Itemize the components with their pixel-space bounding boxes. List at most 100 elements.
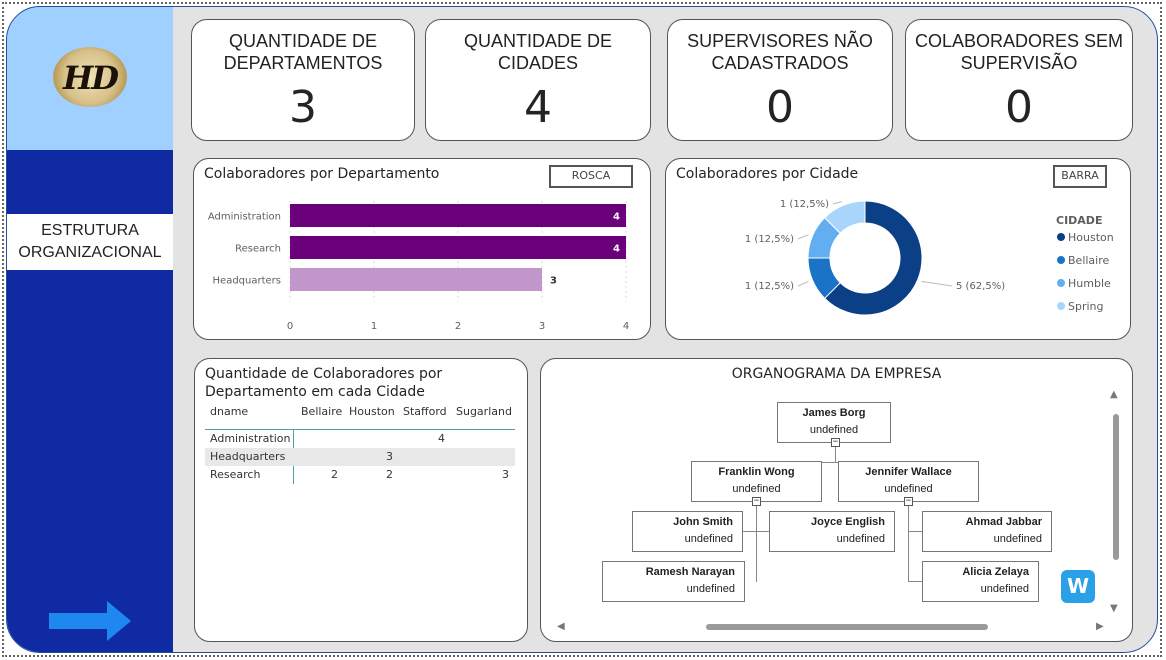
org-node-name: Alicia Zelaya <box>962 566 1029 578</box>
category-label: Headquarters <box>213 276 281 287</box>
legend-marker[interactable] <box>1057 233 1065 241</box>
x-tick-label: 1 <box>371 321 377 332</box>
vertical-scrollbar-thumb[interactable] <box>1113 414 1119 560</box>
horizontal-scrollbar-thumb[interactable] <box>706 624 988 630</box>
data-label: 3 <box>550 276 557 287</box>
legend-marker[interactable] <box>1057 302 1065 310</box>
collapse-toggle-icon[interactable]: − <box>904 497 913 506</box>
matrix-row-label[interactable]: Administration <box>210 432 291 445</box>
org-node-alicia-zelaya[interactable]: Alicia Zelaya undefined <box>922 561 1039 602</box>
kpi-title: SUPERVISORES NÃO CADASTRADOS <box>687 31 873 73</box>
kpi-title: QUANTIDADE DE CIDADES <box>463 31 613 73</box>
sidebar: HD ESTRUTURA ORGANIZACIONAL <box>7 7 173 652</box>
visual-badge-icon[interactable]: W <box>1061 570 1095 603</box>
company-logo: HD <box>53 47 127 107</box>
bar[interactable] <box>290 204 626 227</box>
donut-chart-plot: 5 (62,5%) 1 (12,5%) 1 (12,5%) 1 (12,5%) CIDA… <box>745 199 1114 316</box>
x-tick-label: 3 <box>539 321 545 332</box>
matrix-cell: 4 <box>438 432 445 445</box>
org-node-role: undefined <box>686 583 735 595</box>
logo-area: HD <box>7 7 173 150</box>
kpi-value: 0 <box>766 82 794 133</box>
matrix-col-header[interactable]: Bellaire <box>301 405 342 418</box>
slice-label: 1 (12,5%) <box>745 234 794 245</box>
matrix-col-header[interactable]: Houston <box>349 405 395 418</box>
leader-line <box>832 201 842 205</box>
legend-label[interactable]: Spring <box>1068 300 1104 313</box>
category-label: Research <box>235 244 281 255</box>
kpi-card-cidades: QUANTIDADE DE CIDADES 4 <box>425 19 651 141</box>
matrix-header-divider <box>205 429 515 430</box>
legend-marker[interactable] <box>1057 279 1065 287</box>
org-node-name: Ramesh Narayan <box>645 566 735 578</box>
org-node-name: John Smith <box>673 516 733 528</box>
scroll-up-icon[interactable]: ▲ <box>1110 389 1118 400</box>
org-node-name: Jennifer Wallace <box>865 466 952 478</box>
matrix-cell: 3 <box>386 450 393 463</box>
org-node-name: Joyce English <box>811 516 885 528</box>
org-node-john-smith[interactable]: John Smith undefined <box>632 511 743 552</box>
org-node-name: Franklin Wong <box>718 466 795 478</box>
matrix-col-header[interactable]: Stafford <box>403 405 447 418</box>
bar-chart-plot: 0 1 2 3 4 Administration 4 Research 4 Headquarter… <box>208 201 629 332</box>
matrix-col-header[interactable]: Sugarland <box>456 405 512 418</box>
bar[interactable] <box>290 268 542 291</box>
legend-marker[interactable] <box>1057 256 1065 264</box>
arrow-right-icon[interactable] <box>49 601 131 641</box>
slice-label: 5 (62,5%) <box>956 281 1005 292</box>
nav-label-line1: ESTRUTURA <box>41 222 139 239</box>
org-node-role: undefined <box>732 483 781 495</box>
legend-label[interactable]: Houston <box>1068 231 1114 244</box>
legend-label[interactable]: Bellaire <box>1068 254 1110 267</box>
org-node-role: undefined <box>809 424 859 436</box>
org-chart-card: ORGANOGRAMA DA EMPRESA James Borg undefi… <box>540 358 1133 642</box>
matrix-card: Quantidade de Colaboradores por Departame… <box>194 358 528 642</box>
matrix-cell: 3 <box>502 468 509 481</box>
org-node-role: undefined <box>836 533 885 545</box>
matrix-title: Quantidade de Colaboradores por Departame… <box>205 366 443 400</box>
slice-label: 1 (12,5%) <box>780 199 829 210</box>
matrix-row-header[interactable]: dname <box>210 405 248 418</box>
scroll-left-icon[interactable]: ◀ <box>557 621 565 632</box>
x-tick-label: 2 <box>455 321 461 332</box>
kpi-card-colaboradores-sem-supervisao: COLABORADORES SEM SUPERVISÃO 0 <box>905 19 1133 141</box>
data-label: 4 <box>613 244 620 255</box>
report-canvas: HD ESTRUTURA ORGANIZACIONAL QUANTIDADE D… <box>6 6 1158 653</box>
kpi-value: 3 <box>289 82 317 133</box>
leader-line <box>921 280 953 287</box>
kpi-value: 0 <box>1005 82 1033 133</box>
org-chart-title: ORGANOGRAMA DA EMPRESA <box>731 366 942 382</box>
org-node-role: undefined <box>884 483 933 495</box>
category-label: Administration <box>208 212 281 223</box>
collapse-toggle-icon[interactable]: − <box>831 438 840 447</box>
kpi-card-supervisores: SUPERVISORES NÃO CADASTRADOS 0 <box>667 19 893 141</box>
org-node-name: Ahmad Jabbar <box>965 516 1042 528</box>
legend-title: CIDADE <box>1056 214 1102 227</box>
org-node-role: undefined <box>684 533 733 545</box>
org-node-joyce-english[interactable]: Joyce English undefined <box>769 511 895 552</box>
nav-button-estrutura-organizacional[interactable]: ESTRUTURA ORGANIZACIONAL <box>7 214 173 270</box>
matrix-header: dname Bellaire Houston Stafford Sugarlan… <box>205 405 515 425</box>
logo-text: HD <box>63 59 119 97</box>
legend-label[interactable]: Humble <box>1068 277 1111 290</box>
matrix-row-label[interactable]: Headquarters <box>210 450 285 463</box>
scroll-down-icon[interactable]: ▼ <box>1110 603 1118 614</box>
leader-line <box>797 234 809 240</box>
x-tick-label: 0 <box>287 321 293 332</box>
bar[interactable] <box>290 236 626 259</box>
org-node-name: James Borg <box>802 407 866 419</box>
matrix-cell: 2 <box>386 468 393 481</box>
org-node-ramesh-narayan[interactable]: Ramesh Narayan undefined <box>602 561 745 602</box>
kpi-title: QUANTIDADE DE DEPARTAMENTOS <box>223 31 383 73</box>
kpi-value: 4 <box>524 82 552 133</box>
data-label: 4 <box>613 212 620 223</box>
org-node-role: undefined <box>993 533 1042 545</box>
dept-bar-chart-card: Colaboradores por Departamento ROSCA 012… <box>193 158 651 340</box>
org-node-ahmad-jabbar[interactable]: Ahmad Jabbar undefined <box>922 511 1052 552</box>
scroll-right-icon[interactable]: ▶ <box>1096 621 1104 632</box>
city-donut-chart-card: Colaboradores por Cidade BARRA 5 (62,5%)… <box>665 158 1131 340</box>
collapse-toggle-icon[interactable]: − <box>752 497 761 506</box>
nav-label-line2: ORGANIZACIONAL <box>18 244 162 261</box>
org-node-role: undefined <box>980 583 1029 595</box>
matrix-row-label[interactable]: Research <box>210 468 260 481</box>
